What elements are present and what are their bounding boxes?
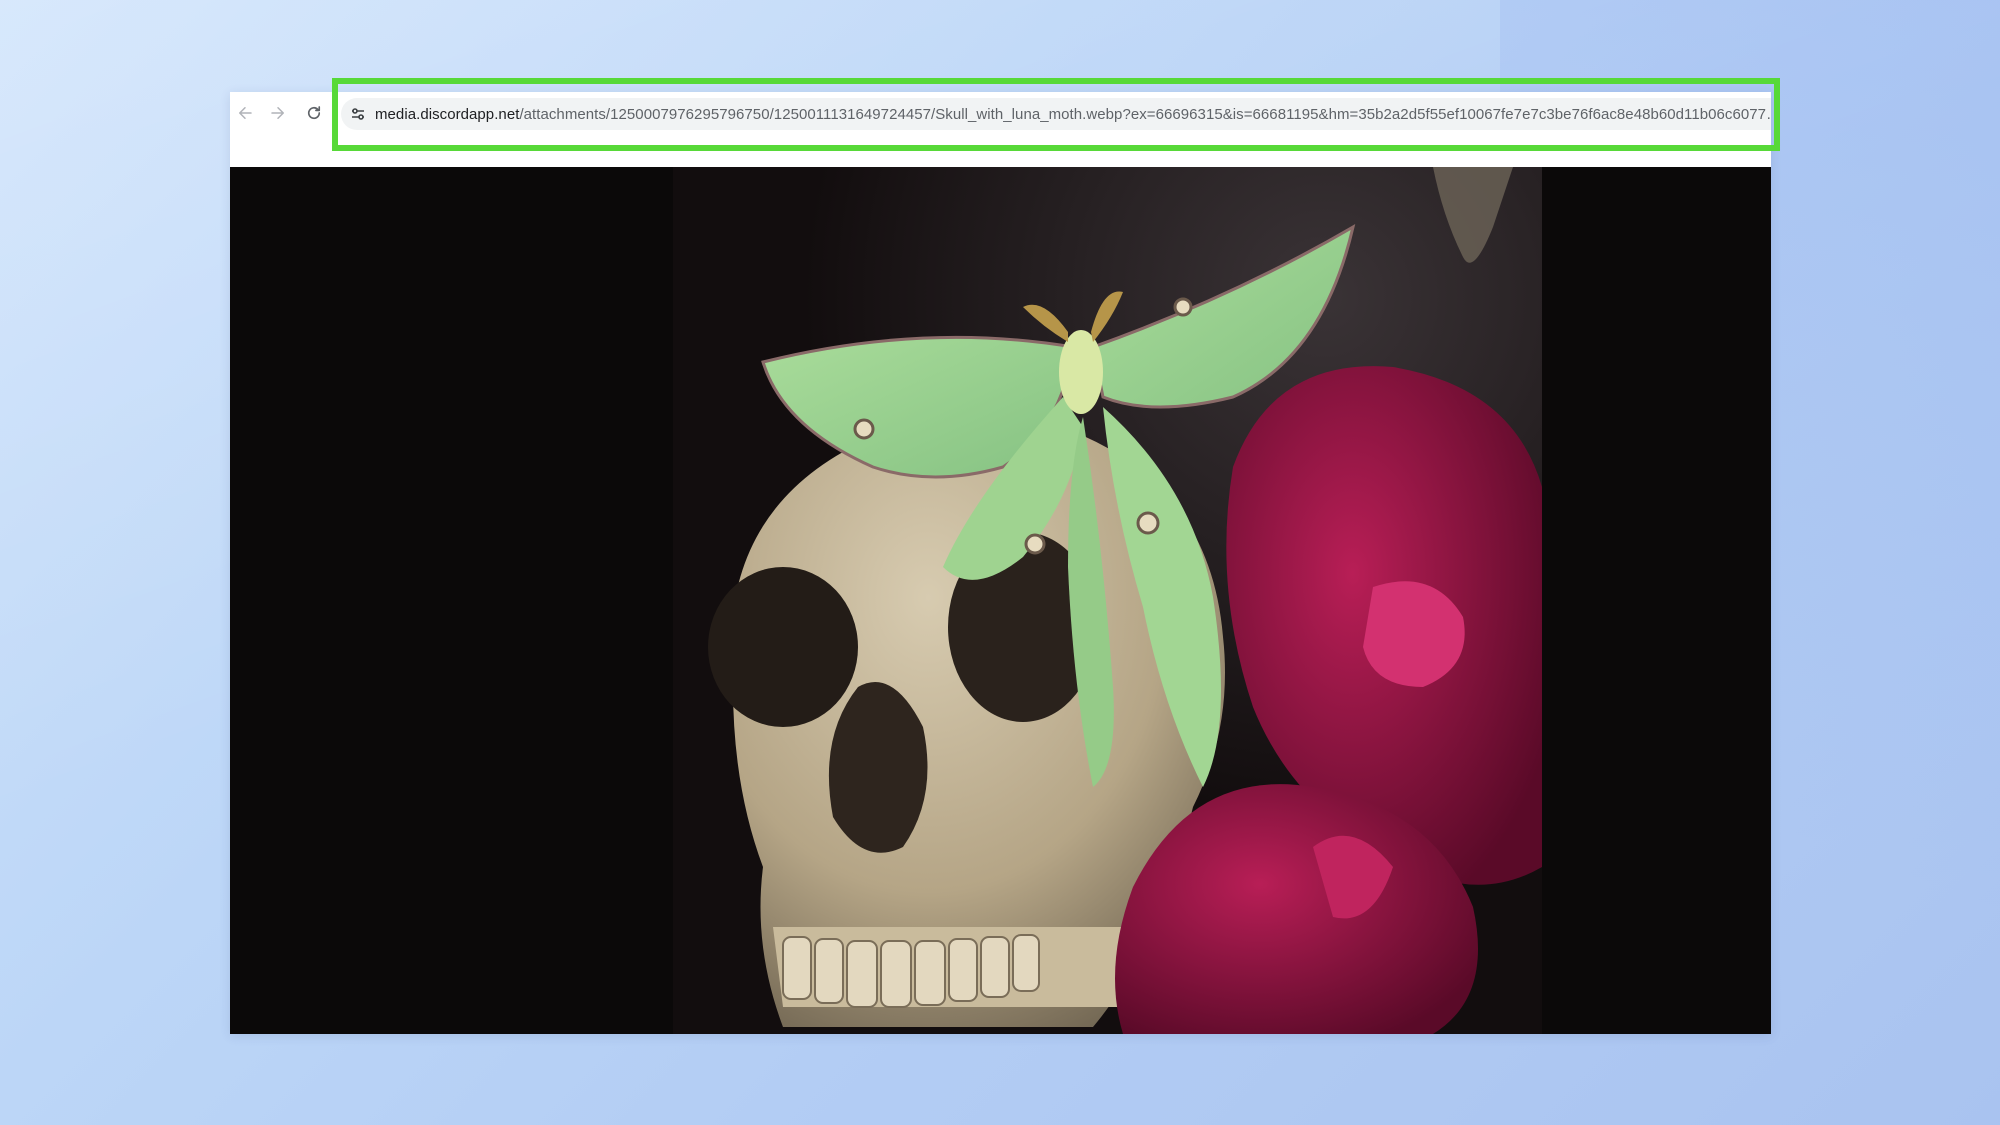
browser-window: media.discordapp.net/attachments/1250007… [230,92,1771,1034]
tune-icon [352,108,364,120]
browser-toolbar: media.discordapp.net/attachments/1250007… [230,92,1771,167]
image-viewer [230,167,1771,1034]
reload-button[interactable] [299,98,329,128]
photo-illustration [673,167,1542,1034]
site-info-button[interactable] [341,98,375,130]
arrow-left-icon [239,107,252,119]
address-bar[interactable]: media.discordapp.net/attachments/1250007… [341,98,1771,130]
url-path: /attachments/1250007976295796750/1250011… [519,105,1771,123]
skull-with-luna-moth-photo[interactable] [673,167,1542,1034]
arrow-right-icon [271,107,284,119]
forward-button[interactable] [263,98,293,128]
url-text[interactable]: media.discordapp.net/attachments/1250007… [375,106,1771,123]
reload-icon [307,106,321,120]
url-host: media.discordapp.net [375,105,520,123]
back-button[interactable] [230,98,260,128]
